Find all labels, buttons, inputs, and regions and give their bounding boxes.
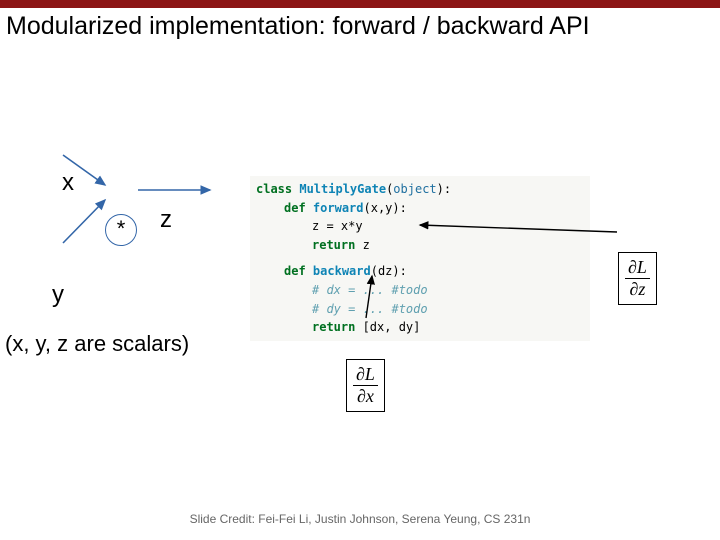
- code-line-8: return [dx, dy]: [256, 318, 584, 337]
- code-line-6: # dx = ... #todo: [256, 281, 584, 300]
- code-block: class MultiplyGate(object): def forward(…: [250, 176, 590, 341]
- multiply-node: *: [105, 214, 137, 246]
- code-line-1: class MultiplyGate(object):: [256, 182, 451, 196]
- code-line-7: # dy = ... #todo: [256, 300, 584, 319]
- math-dL-dz: ∂L ∂z: [618, 252, 657, 305]
- dz-denom: ∂z: [630, 279, 646, 299]
- label-y: y: [52, 281, 64, 309]
- code-line-3: z = x*y: [256, 217, 584, 236]
- dz-numer: ∂L: [628, 257, 647, 277]
- code-line-5: def backward(dz):: [256, 262, 584, 281]
- dx-denom: ∂x: [357, 386, 374, 406]
- slide-credit: Slide Credit: Fei-Fei Li, Justin Johnson…: [0, 512, 720, 526]
- label-z: z: [160, 206, 172, 234]
- dx-numer: ∂L: [356, 364, 375, 384]
- code-line-2: def forward(x,y):: [256, 199, 584, 218]
- op-symbol: *: [117, 216, 126, 241]
- label-x: x: [62, 169, 74, 197]
- top-stripe: [0, 0, 720, 8]
- code-line-4: return z: [256, 236, 584, 255]
- computation-graph: x y z * (x, y, z are scalars): [10, 151, 240, 351]
- slide-title: Modularized implementation: forward / ba…: [0, 8, 720, 41]
- graph-caption: (x, y, z are scalars): [5, 331, 189, 357]
- math-dL-dx: ∂L ∂x: [346, 359, 385, 412]
